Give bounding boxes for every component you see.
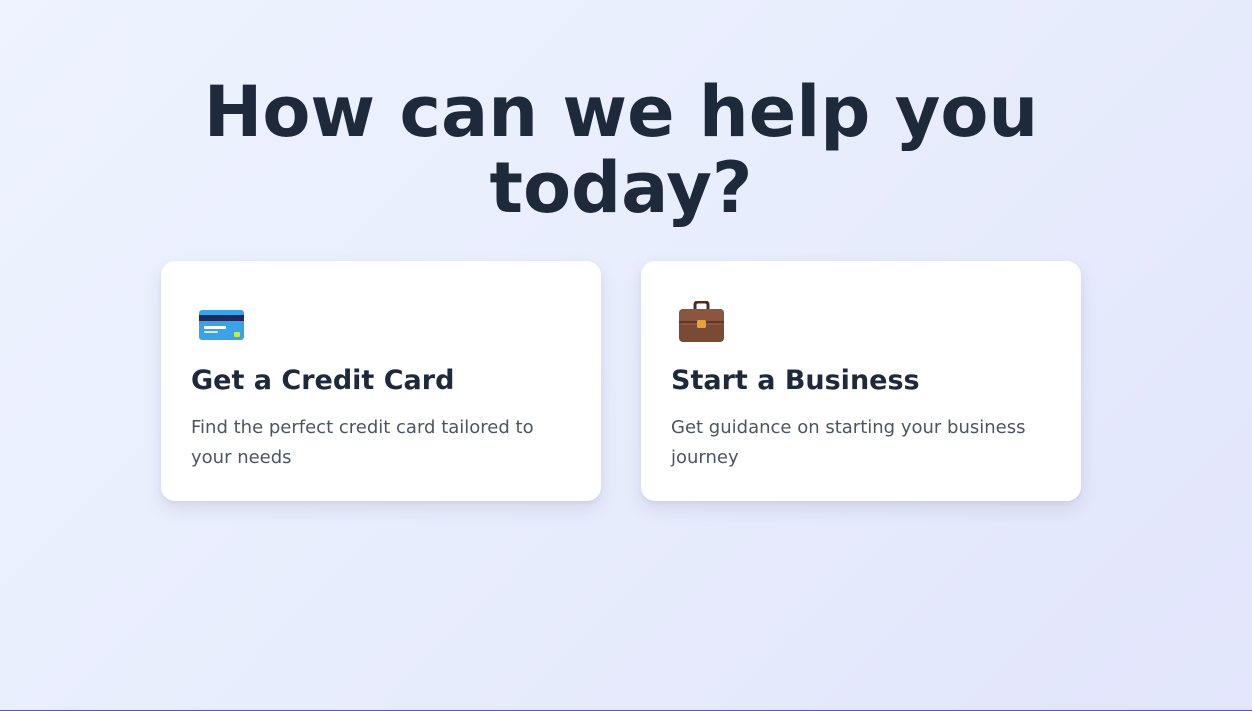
card-title: Start a Business bbox=[671, 365, 920, 396]
page-title-line2: today? bbox=[489, 147, 753, 229]
page-title: How can we help you today? bbox=[0, 74, 1242, 226]
card-description: Get guidance on starting your business j… bbox=[671, 417, 1026, 468]
start-business-option-card[interactable]: Start a Business Get guidance on startin… bbox=[641, 261, 1081, 501]
card-title: Get a Credit Card bbox=[191, 365, 455, 396]
credit-card-icon bbox=[198, 301, 246, 343]
briefcase-icon bbox=[678, 300, 726, 343]
card-description: Find the perfect credit card tailored to… bbox=[191, 417, 534, 468]
credit-card-option-card[interactable]: Get a Credit Card Find the perfect credi… bbox=[161, 261, 601, 501]
page-title-line1: How can we help you bbox=[203, 71, 1039, 153]
